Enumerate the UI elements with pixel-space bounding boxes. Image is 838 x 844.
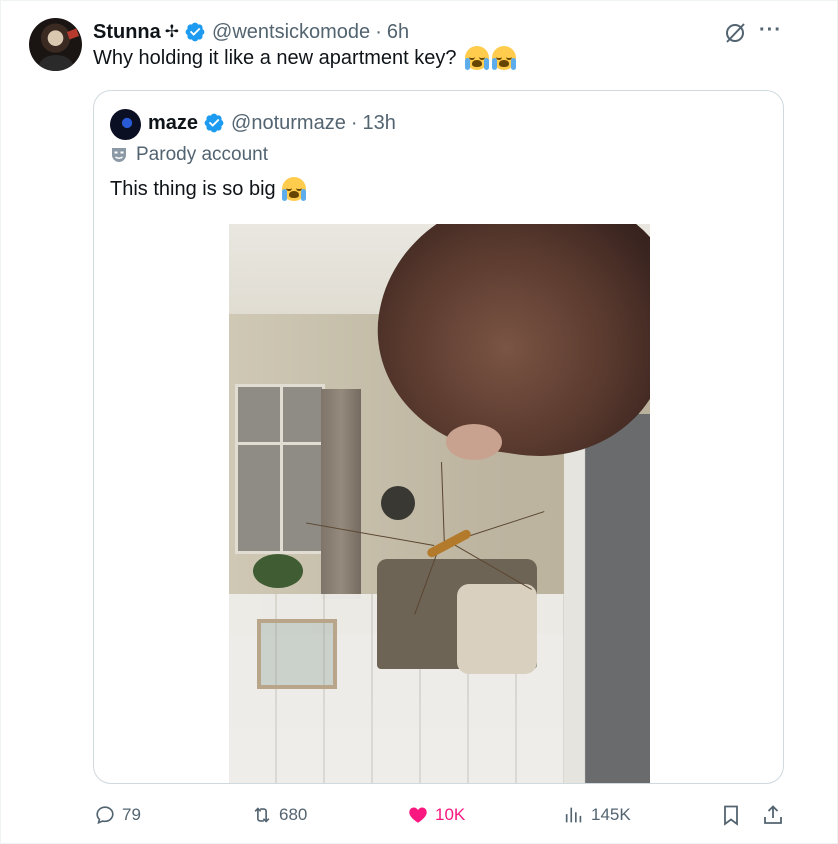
post-timestamp[interactable]: 6h [387,21,409,44]
author-name-emoji: ✢ [164,22,180,41]
verified-badge-icon [204,113,224,133]
author-name[interactable]: Stunna [93,21,161,44]
heart-icon [409,807,427,823]
quoted-text-content: This thing is so big [110,177,276,200]
more-options-icon[interactable]: ··· [759,19,782,42]
reply-count: 79 [122,805,141,824]
parody-label-text: Parody account [136,144,269,165]
repost-count: 680 [279,805,308,824]
tweet-text: Why holding it like a new apartment key? [93,46,516,70]
quoted-timestamp[interactable]: 13h [363,112,396,135]
separator-dot: · [350,111,358,134]
quoted-tweet-text: This thing is so big [110,177,306,201]
author-avatar[interactable] [29,18,82,71]
quoted-author-name[interactable]: maze [148,112,198,135]
reply-button[interactable]: 79 [94,798,141,832]
quoted-author-handle[interactable]: @noturmaze [231,112,346,135]
repost-icon [254,807,270,823]
action-bar: 79 680 10K 145K [1,798,838,832]
like-count: 10K [435,805,466,824]
quoted-author-avatar[interactable] [110,109,141,140]
author-handle[interactable]: @wentsickomode [212,21,370,44]
bookmark-icon[interactable] [719,803,743,827]
quoted-tweet[interactable]: maze @noturmaze · 13h Parody account Thi… [93,90,784,784]
tweet-header: Stunna ✢ @wentsickomode · 6h [93,19,409,45]
theater-mask-icon [112,148,126,162]
share-icon[interactable] [761,803,785,827]
like-button[interactable]: 10K [407,798,465,832]
views-button[interactable]: 145K [563,798,631,832]
quoted-tweet-photo[interactable] [229,224,650,783]
crying-face-icon [491,46,516,70]
crying-face-icon [281,177,306,201]
crying-face-icon [464,46,489,70]
verified-badge-icon [185,22,205,42]
reply-icon [96,806,114,825]
separator-dot: · [375,20,382,43]
views-chart-icon [565,807,582,823]
tweet-text-content: Why holding it like a new apartment key? [93,46,457,69]
parody-account-label: Parody account [110,144,268,166]
repost-button[interactable]: 680 [251,798,307,832]
grok-icon[interactable] [723,21,747,45]
quoted-tweet-header: maze @noturmaze · 13h [148,109,396,137]
view-count: 145K [591,805,631,824]
tweet-card[interactable]: Stunna ✢ @wentsickomode · 6h Why holding… [0,0,838,844]
